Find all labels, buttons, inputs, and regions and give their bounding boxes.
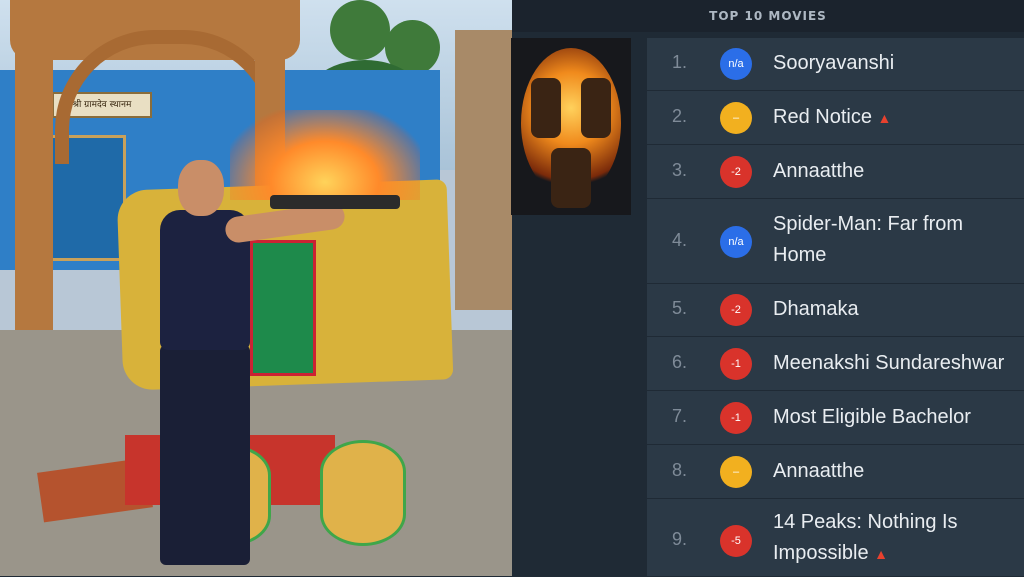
actor-head xyxy=(178,160,224,216)
rank-change-badge: n/a xyxy=(720,226,752,258)
rank-change-badge: -1 xyxy=(720,348,752,380)
rank-change-badge: n/a xyxy=(720,48,752,80)
movie-row-9[interactable]: 9. -5 14 Peaks: Nothing Is Impossible ▲ xyxy=(647,499,1024,577)
rank-number: 6. xyxy=(672,352,688,372)
rank-change-badge: -5 xyxy=(720,525,752,557)
rank-number: 3. xyxy=(672,160,688,180)
rank-number: 7. xyxy=(672,406,688,426)
actor-legs xyxy=(160,345,250,565)
movie-title[interactable]: Annaatthe xyxy=(773,156,1024,187)
rank-number: 5. xyxy=(672,298,688,318)
gun xyxy=(270,195,400,209)
movie-title[interactable]: Spider-Man: Far from Home xyxy=(773,209,1013,271)
movie-title[interactable]: Most Eligible Bachelor xyxy=(773,402,1024,433)
right-building xyxy=(455,30,512,310)
movie-title[interactable]: Sooryavanshi xyxy=(773,48,1024,79)
movie-title-text: 14 Peaks: Nothing Is Impossible xyxy=(773,511,958,564)
poster-figure xyxy=(551,148,591,208)
movie-poster[interactable] xyxy=(511,38,631,215)
movie-row-4[interactable]: 4. n/a Spider-Man: Far from Home xyxy=(647,199,1024,284)
movie-title[interactable]: Dhamaka xyxy=(773,294,1024,325)
rank-change-badge: – xyxy=(720,456,752,488)
rank-change-badge: -2 xyxy=(720,294,752,326)
rank-change-badge: -1 xyxy=(720,402,752,434)
poster-figure xyxy=(581,78,611,138)
movie-row-5[interactable]: 5. -2 Dhamaka xyxy=(647,284,1024,337)
movie-title[interactable]: Meenakshi Sundareshwar xyxy=(773,348,1024,379)
movie-row-6[interactable]: 6. -1 Meenakshi Sundareshwar xyxy=(647,337,1024,391)
arch-pillar-left xyxy=(15,40,53,330)
rank-number: 8. xyxy=(672,460,688,480)
rank-change-badge: -2 xyxy=(720,156,752,188)
rank-number: 1. xyxy=(672,52,688,72)
poster-figure xyxy=(531,78,561,138)
movie-title[interactable]: Red Notice ▲ xyxy=(773,102,1024,134)
movie-still-photo: श्री ग्रामदेव स्थानम xyxy=(0,0,512,576)
fire-icon: ▲ xyxy=(874,546,889,562)
autorickshaw-panel xyxy=(250,240,316,376)
movie-row-2[interactable]: 2. – Red Notice ▲ xyxy=(647,91,1024,145)
movie-row-8[interactable]: 8. – Annaatthe xyxy=(647,445,1024,499)
movie-title-text: Red Notice xyxy=(773,106,872,128)
movie-row-3[interactable]: 3. -2 Annaatthe xyxy=(647,145,1024,199)
fire-icon: ▲ xyxy=(877,110,892,126)
movie-title[interactable]: 14 Peaks: Nothing Is Impossible ▲ xyxy=(773,507,1013,570)
woven-stool xyxy=(320,440,406,546)
rank-change-badge: – xyxy=(720,102,752,134)
movie-title[interactable]: Annaatthe xyxy=(773,456,1024,487)
panel-title: TOP 10 MOVIES xyxy=(512,0,1024,32)
palm-tree xyxy=(330,0,390,60)
fire xyxy=(230,110,420,200)
rank-number: 9. xyxy=(672,529,688,549)
rank-number: 4. xyxy=(672,230,688,250)
rank-number: 2. xyxy=(672,106,688,126)
movie-row-7[interactable]: 7. -1 Most Eligible Bachelor xyxy=(647,391,1024,445)
movie-row-1[interactable]: 1. n/a Sooryavanshi xyxy=(647,38,1024,91)
